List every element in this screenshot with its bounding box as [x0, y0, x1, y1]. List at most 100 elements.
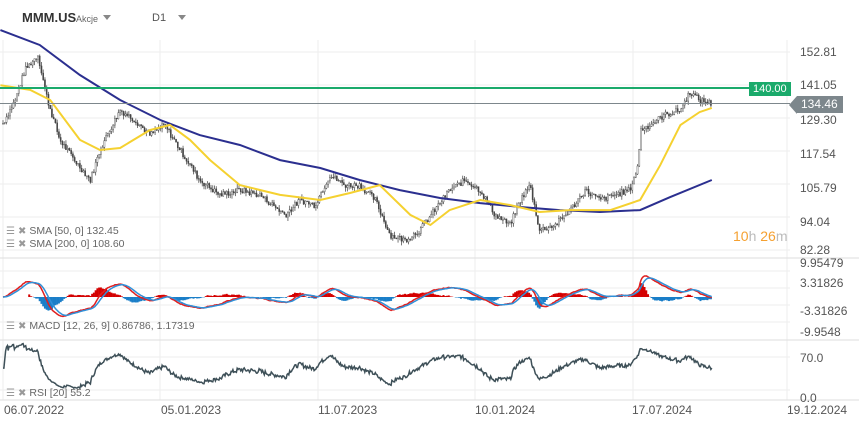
settings-icon[interactable]: ☰: [6, 388, 15, 399]
candle-body: [38, 55, 41, 67]
level-line-label[interactable]: 140.00: [749, 82, 791, 96]
macd-histogram-bar: [185, 297, 188, 300]
macd-histogram-bar: [342, 297, 345, 301]
candle-body: [472, 186, 475, 188]
macd-histogram-bar: [230, 294, 233, 297]
macd-histogram-bar: [77, 294, 80, 297]
candle-body: [542, 227, 544, 230]
candle-body: [2, 123, 4, 125]
candle-body: [440, 201, 443, 204]
close-icon[interactable]: ✖: [18, 388, 26, 399]
close-icon[interactable]: ✖: [18, 226, 26, 237]
candle-body: [117, 112, 120, 120]
symbol-dropdown-icon[interactable]: [103, 15, 111, 20]
macd-histogram-bar: [384, 297, 387, 302]
candle-body: [63, 144, 65, 146]
macd-histogram-bar: [573, 294, 576, 297]
candle-body: [241, 191, 244, 194]
candle-body: [475, 186, 478, 188]
macd-histogram-bar: [192, 297, 195, 299]
candle-body: [502, 219, 504, 221]
candle-body: [381, 214, 384, 217]
candle-body: [316, 202, 319, 206]
timeframe-label[interactable]: D1: [152, 12, 166, 24]
candle-body: [627, 187, 630, 192]
macd-histogram-bar: [285, 297, 288, 298]
macd-histogram-bar: [272, 297, 275, 298]
candle-body: [54, 118, 57, 124]
macd-histogram-bar: [119, 295, 122, 297]
candle-body: [108, 131, 111, 134]
candle-body: [297, 199, 300, 206]
candle-body: [416, 234, 419, 236]
macd-histogram-bar: [84, 295, 87, 297]
candle-body: [505, 218, 508, 224]
candle-body: [697, 94, 700, 100]
settings-icon[interactable]: ☰: [6, 321, 15, 332]
candle-body: [255, 192, 258, 197]
macd-histogram-bar: [699, 297, 702, 302]
macd-histogram-bar: [704, 297, 707, 300]
symbol-label[interactable]: MMM.US: [22, 10, 76, 25]
candle-body: [189, 163, 191, 165]
countdown-minutes-unit: m: [775, 228, 788, 244]
macd-histogram-bar: [466, 297, 469, 300]
candle-body: [465, 180, 468, 182]
candle-body: [227, 191, 230, 196]
candle-body: [587, 188, 590, 194]
macd-histogram-bar: [685, 295, 688, 297]
candle-body: [523, 195, 525, 198]
macd-histogram-bar: [271, 297, 274, 298]
candle-body: [696, 94, 698, 96]
candle-body: [10, 107, 13, 110]
candle-body: [498, 216, 501, 219]
candle-body: [482, 193, 485, 199]
candle-body: [549, 225, 551, 229]
candle-body: [629, 187, 632, 191]
macd-histogram-bar: [702, 297, 705, 301]
candle-body: [538, 223, 541, 231]
macd-histogram-bar: [687, 294, 690, 297]
candle-body: [82, 170, 85, 173]
macd-histogram-bar: [57, 297, 60, 304]
close-icon[interactable]: ✖: [18, 239, 26, 250]
macd-histogram-bar: [70, 294, 73, 297]
candle-body: [664, 111, 667, 115]
macd-histogram-bar: [386, 297, 389, 302]
macd-tick: -3.31826: [800, 304, 848, 318]
candle-body: [140, 124, 142, 127]
candle-body: [430, 214, 433, 218]
candle-body: [59, 137, 62, 142]
candle-body: [17, 88, 20, 94]
close-icon[interactable]: ✖: [18, 321, 26, 332]
candle-body: [91, 171, 93, 183]
macd-histogram-bar: [445, 295, 448, 297]
macd-histogram-bar: [690, 295, 693, 297]
macd-histogram-bar: [215, 295, 218, 297]
candle-body: [496, 214, 499, 219]
macd-histogram-bar: [274, 297, 277, 299]
candle-body: [507, 222, 509, 224]
candle-body: [477, 186, 480, 192]
price-chart[interactable]: [0, 0, 859, 427]
candle-body: [608, 194, 611, 196]
macd-histogram-bar: [115, 294, 118, 297]
macd-histogram-bar: [208, 295, 211, 297]
macd-tick: -9.9548: [800, 325, 841, 339]
candle-body: [126, 113, 128, 116]
candle-body: [308, 201, 310, 205]
candle-body: [112, 124, 114, 130]
settings-icon[interactable]: ☰: [6, 226, 15, 237]
candle-body: [218, 193, 221, 195]
settings-icon[interactable]: ☰: [6, 239, 15, 250]
candle-body: [171, 137, 174, 139]
timeframe-dropdown-icon[interactable]: [178, 15, 186, 20]
macd-histogram-bar: [197, 297, 200, 299]
price-tick: 105.79: [800, 181, 837, 195]
candle-body: [393, 234, 396, 239]
macd-histogram-bar: [498, 297, 501, 299]
candle-body: [51, 108, 53, 118]
candle-body: [283, 212, 286, 215]
macd-histogram-bar: [549, 295, 552, 297]
macd-histogram-bar: [680, 297, 683, 299]
